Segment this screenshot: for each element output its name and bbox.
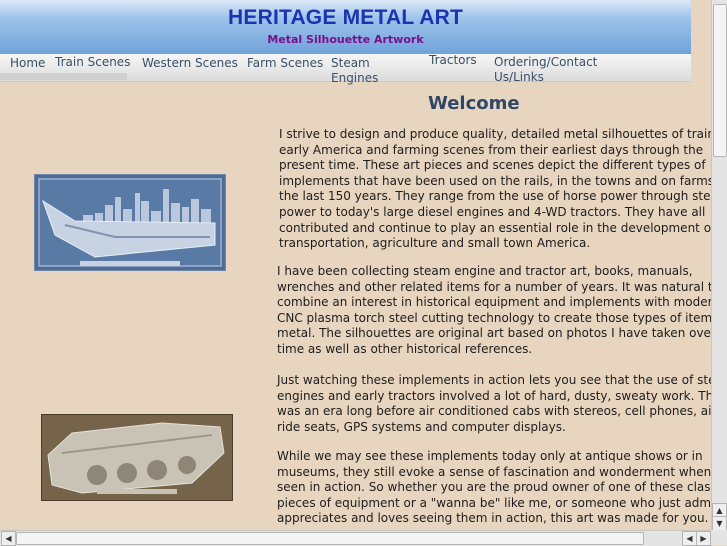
collecting-paragraph: I have been collecting steam engine and … bbox=[277, 264, 727, 358]
nav-link-steam-line2: Engines bbox=[331, 71, 379, 85]
train-skyline-artwork-image bbox=[34, 174, 226, 271]
text-line: I strive to design and produce quality, … bbox=[279, 127, 725, 141]
text-line: seen in action. So whether you are the p… bbox=[277, 480, 727, 495]
nav-link-ordering-line2: Us/Links bbox=[494, 70, 544, 84]
intro-paragraph: I strive to design and produce quality, … bbox=[279, 127, 727, 252]
text-line: metal. The silhouettes are original art … bbox=[277, 326, 716, 341]
text-line: While we may see these implements today … bbox=[277, 449, 703, 463]
text-line: CNC plasma torch steel cutting technolog… bbox=[277, 310, 727, 325]
scroll-left-button[interactable]: ◀ bbox=[1, 531, 16, 546]
text-line: I have been collecting steam engine and … bbox=[277, 264, 693, 278]
scroll-down-button[interactable]: ▼ bbox=[712, 516, 727, 531]
vertical-scrollbar-thumb[interactable] bbox=[713, 4, 727, 157]
fascination-paragraph: While we may see these implements today … bbox=[277, 449, 727, 527]
nav-link-home[interactable]: Home bbox=[10, 56, 45, 71]
text-line: pieces of equipment or a "wanna be" like… bbox=[277, 495, 727, 510]
nav-link-tractors[interactable]: Tractors bbox=[429, 53, 477, 68]
text-line: museums, they still evoke a sense of fas… bbox=[277, 464, 712, 479]
text-line: time as well as other historical referen… bbox=[277, 341, 533, 356]
horizontal-scrollbar-thumb[interactable] bbox=[16, 532, 644, 545]
nav-link-steam-line1: Steam bbox=[331, 56, 370, 70]
nav-active-indicator bbox=[0, 73, 127, 80]
text-line: implements that have been used on the ra… bbox=[279, 173, 727, 188]
site-subtitle: Metal Silhouette Artwork bbox=[267, 33, 424, 46]
text-line: present time. These art pieces and scene… bbox=[279, 158, 706, 173]
site-title: HERITAGE METAL ART bbox=[228, 6, 463, 29]
text-line: engines and early tractors involved a lo… bbox=[277, 388, 723, 403]
nav-link-train-scenes[interactable]: Train Scenes bbox=[55, 55, 130, 70]
text-line: power to today's large diesel engines an… bbox=[279, 204, 706, 219]
text-line: Just watching these implements in action… bbox=[277, 373, 727, 387]
nav-link-steam-engines[interactable]: Steam Engines bbox=[331, 56, 378, 86]
scrollbar-corner bbox=[711, 530, 727, 545]
nav-link-ordering-line1: Ordering/Contact bbox=[494, 55, 598, 69]
hard-work-paragraph: Just watching these implements in action… bbox=[277, 373, 727, 435]
text-line: ride seats, GPS systems and computer dis… bbox=[277, 419, 566, 434]
text-line: early America and farming scenes from th… bbox=[279, 142, 704, 157]
text-line: the last 150 years. They range from the … bbox=[279, 189, 727, 204]
steam-locomotive-artwork-image bbox=[41, 414, 233, 501]
text-line: was an era long before air conditioned c… bbox=[277, 404, 720, 419]
text-line: combine an interest in historical equipm… bbox=[277, 295, 720, 310]
nav-link-western-scenes[interactable]: Western Scenes bbox=[142, 56, 238, 71]
page-heading: Welcome bbox=[428, 93, 520, 114]
text-line: contributed and continue to play an esse… bbox=[279, 220, 716, 235]
scroll-right-button[interactable]: ▶ bbox=[696, 531, 711, 546]
text-line: transportation, agriculture and small to… bbox=[279, 236, 591, 251]
nav-link-ordering[interactable]: Ordering/Contact Us/Links bbox=[494, 55, 597, 85]
nav-link-farm-scenes[interactable]: Farm Scenes bbox=[247, 56, 323, 71]
scroll-left-button-end[interactable]: ◀ bbox=[682, 531, 697, 546]
text-line: appreciates and loves seeing them in act… bbox=[277, 511, 716, 526]
text-line: wrenches and other related items for a n… bbox=[277, 279, 720, 294]
site-header: HERITAGE METAL ART Metal Silhouette Artw… bbox=[0, 0, 691, 54]
